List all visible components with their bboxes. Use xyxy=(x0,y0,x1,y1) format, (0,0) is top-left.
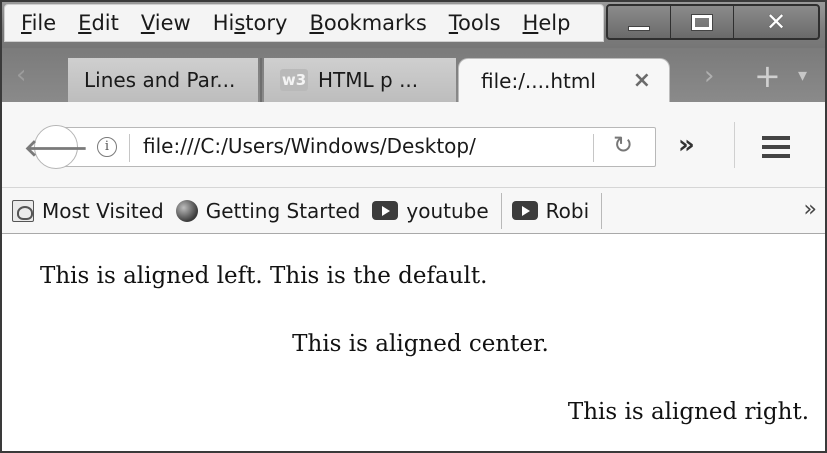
tab-active-file[interactable]: file:/....html × xyxy=(458,58,670,102)
tab-close-icon[interactable]: × xyxy=(633,68,651,93)
menu-bookmarks[interactable]: Bookmarks xyxy=(309,11,426,35)
bookmark-label: Getting Started xyxy=(205,198,361,223)
menu-view[interactable]: View xyxy=(141,11,191,35)
bookmark-getting-started[interactable]: Getting Started xyxy=(175,198,361,223)
bookmark-robi[interactable]: Robi xyxy=(511,198,590,223)
menu-edit[interactable]: Edit xyxy=(78,11,119,35)
bookmark-label: Robi xyxy=(545,198,590,223)
w3schools-favicon-icon: w3 xyxy=(280,69,308,91)
maximize-button[interactable] xyxy=(671,6,735,38)
close-window-button[interactable]: ✕ xyxy=(734,6,818,38)
bookmarks-overflow-icon[interactable]: » xyxy=(804,197,817,222)
bookmark-page-icon xyxy=(12,199,34,222)
menu-bar: File Edit View History Bookmarks Tools H… xyxy=(4,4,604,42)
hamburger-menu-icon[interactable] xyxy=(762,136,790,163)
window-controls: ✕ xyxy=(606,4,820,40)
tab-lines-and-paragraphs[interactable]: Lines and Par... xyxy=(68,58,258,102)
bookmark-label: youtube xyxy=(406,198,489,223)
url-text[interactable]: file:///C:/Users/Windows/Desktop/ xyxy=(143,134,476,158)
back-arrow-icon: 🡐 xyxy=(23,133,89,162)
bookmark-separator xyxy=(601,192,603,229)
title-bar: File Edit View History Bookmarks Tools H… xyxy=(2,2,825,48)
url-bar[interactable]: i file:///C:/Users/Windows/Desktop/ ↻ xyxy=(56,127,656,167)
globe-icon xyxy=(175,199,198,222)
new-tab-icon[interactable]: + xyxy=(754,57,781,95)
tab-strip: ‹ Lines and Par... w3 HTML p ... file:/.… xyxy=(2,48,825,102)
close-icon: ✕ xyxy=(766,8,787,36)
nav-separator xyxy=(734,122,735,168)
tab-title: Lines and Par... xyxy=(84,68,236,92)
minimize-icon xyxy=(628,25,651,31)
tab-divider xyxy=(260,58,262,102)
menu-file[interactable]: File xyxy=(21,11,56,35)
bookmark-label: Most Visited xyxy=(42,198,164,223)
info-icon[interactable]: i xyxy=(97,137,117,157)
navigation-bar: i file:///C:/Users/Windows/Desktop/ ↻ 🡐 … xyxy=(2,102,825,188)
bookmarks-toolbar: Most Visited Getting Started youtube Rob… xyxy=(2,188,825,234)
reload-separator xyxy=(593,134,594,162)
bookmark-most-visited[interactable]: Most Visited xyxy=(12,199,164,223)
minimize-button[interactable] xyxy=(608,6,672,38)
overflow-chevron-icon[interactable]: » xyxy=(678,130,695,160)
browser-window: File Edit View History Bookmarks Tools H… xyxy=(0,0,827,453)
tab-scroll-left-icon[interactable]: ‹ xyxy=(16,60,26,90)
tab-list-chevron-icon[interactable]: ▾ xyxy=(798,65,807,86)
paragraph-left: This is aligned left. This is the defaul… xyxy=(40,263,488,289)
page-content: This is aligned left. This is the defaul… xyxy=(2,235,825,451)
tab-scroll-right-icon[interactable]: › xyxy=(704,61,714,91)
url-separator xyxy=(129,134,130,162)
tab-html-p[interactable]: w3 HTML p ... xyxy=(264,58,456,102)
back-button[interactable]: 🡐 xyxy=(24,125,88,169)
tab-title: file:/....html xyxy=(481,68,596,93)
menu-history[interactable]: History xyxy=(213,11,288,35)
tab-title: HTML p ... xyxy=(318,68,419,92)
maximize-icon xyxy=(691,13,714,31)
menu-tools[interactable]: Tools xyxy=(449,11,501,35)
paragraph-right: This is aligned right. xyxy=(567,399,809,425)
menu-help[interactable]: Help xyxy=(523,11,571,35)
paragraph-center: This is aligned center. xyxy=(292,331,549,357)
reload-icon[interactable]: ↻ xyxy=(613,131,633,159)
youtube-play-icon xyxy=(511,201,538,220)
bookmark-youtube[interactable]: youtube xyxy=(372,198,489,223)
bookmark-separator xyxy=(500,192,502,229)
youtube-play-icon xyxy=(372,201,399,220)
